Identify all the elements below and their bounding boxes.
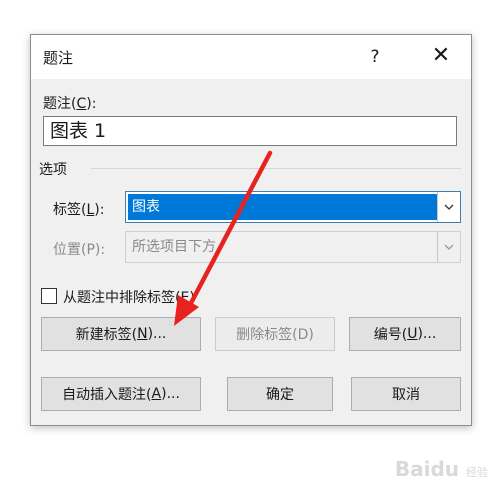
watermark: Baidu 经验 bbox=[394, 457, 488, 481]
label-dropdown[interactable]: 图表 bbox=[125, 191, 461, 223]
close-button[interactable]: ✕ bbox=[421, 41, 461, 73]
exclude-label-text: 从题注中排除标签(E) bbox=[63, 290, 195, 306]
chevron-down-icon[interactable] bbox=[437, 192, 460, 222]
dialog-title: 题注 bbox=[43, 49, 74, 67]
cancel-button[interactable]: 取消 bbox=[351, 377, 461, 411]
position-dropdown[interactable]: 所选项目下方 bbox=[125, 231, 461, 263]
delete-label-button[interactable]: 删除标签(D) bbox=[215, 317, 335, 351]
numbering-button[interactable]: 编号(U)... bbox=[349, 317, 461, 351]
position-label: 位置(P): bbox=[53, 242, 106, 258]
position-dropdown-value: 所选项目下方 bbox=[132, 239, 216, 255]
label-field-label: 标签(L): bbox=[53, 202, 105, 218]
options-group-divider bbox=[91, 168, 461, 169]
options-group-label: 选项 bbox=[39, 162, 67, 178]
label-dropdown-value: 图表 bbox=[128, 194, 438, 220]
autocaption-button[interactable]: 自动插入题注(A)... bbox=[41, 377, 201, 411]
ok-button[interactable]: 确定 bbox=[227, 377, 333, 411]
caption-dialog: 题注 ? ✕ 题注(C): 图表 1 选项 标签(L): 图表 位置(P): 所… bbox=[30, 34, 472, 426]
new-label-button[interactable]: 新建标签(N)... bbox=[41, 317, 201, 351]
caption-label: 题注(C): bbox=[43, 96, 97, 112]
chevron-down-icon[interactable] bbox=[437, 232, 460, 262]
dialog-titlebar: 题注 ? ✕ bbox=[31, 35, 471, 79]
caption-input[interactable]: 图表 1 bbox=[43, 116, 457, 146]
help-button[interactable]: ? bbox=[357, 41, 393, 73]
exclude-label-checkbox[interactable] bbox=[41, 288, 57, 304]
